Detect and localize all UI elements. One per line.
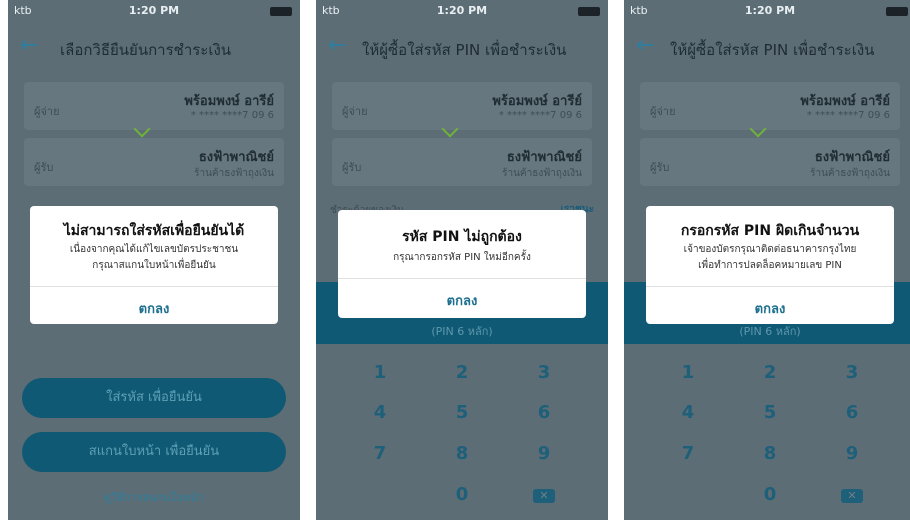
payee-name: ธงฟ้าพาณิชย์ (198, 150, 274, 165)
status-time: 1:20 PM (128, 4, 180, 17)
status-bar: ktb 1:20 PM (8, 0, 300, 22)
phone-screen-1: ktb 1:20 PM ← เลือกวิธียืนยันการชำระเงิน… (8, 0, 300, 520)
keypad-key-8[interactable]: 8 (432, 443, 492, 464)
ok-button[interactable]: ตกลง (338, 290, 586, 311)
ok-button[interactable]: ตกลง (30, 298, 278, 319)
payee-subtitle: ร้านค้าธงฟ้าถุงเงิน (810, 168, 890, 179)
dialog-message-line-1: เจ้าของบัตรกรุณาติดต่อธนาคารกรุงไทย (683, 244, 857, 255)
pin-confirm-button[interactable]: ใส่รหัส เพื่อยืนยัน (22, 378, 286, 418)
payee-subtitle: ร้านค้าธงฟ้าถุงเงิน (502, 168, 582, 179)
back-arrow-icon[interactable]: ← (328, 33, 346, 58)
keypad-key-2[interactable]: 2 (740, 362, 800, 383)
alert-dialog: รหัส PIN ไม่ถูกต้อง กรุณากรอกรหัส PIN ให… (338, 210, 586, 318)
keypad-key-7[interactable]: 7 (350, 443, 410, 464)
keypad-key-6[interactable]: 6 (514, 402, 574, 423)
payer-label: ผู้จ่าย (34, 105, 60, 118)
page-title: ให้ผู้ซื้อใส่รหัส PIN เพื่อชำระเงิน (670, 41, 875, 59)
pin-length-label: (PIN 6 หลัก) (431, 325, 493, 338)
payer-card: ผู้จ่าย พร้อมพงษ์ อารีย์ * **** ****7 09… (332, 82, 592, 130)
keypad-key-3[interactable]: 3 (514, 362, 574, 383)
payer-account: * **** ****7 09 6 (498, 110, 582, 121)
keypad-key-1[interactable]: 1 (350, 362, 410, 383)
payee-label: ผู้รับ (34, 161, 54, 174)
battery-icon (270, 7, 292, 16)
pin-length-label: (PIN 6 หลัก) (739, 325, 801, 338)
dialog-message-line-2: เพื่อทำการปลดล็อคหมายเลข PIN (698, 260, 842, 271)
battery-icon (886, 7, 908, 16)
phone-screen-2: ktb 1:20 PM ← ให้ผู้ซื้อใส่รหัส PIN เพื่… (316, 0, 608, 520)
dialog-divider (338, 278, 586, 279)
page-title: เลือกวิธียืนยันการชำระเงิน (60, 41, 232, 59)
payer-account: * **** ****7 09 6 (806, 110, 890, 121)
keypad-key-6[interactable]: 6 (822, 402, 882, 423)
dialog-title: ไม่สามารถใส่รหัสเพื่อยืนยันได้ (63, 223, 245, 239)
keypad-key-0[interactable]: 0 (432, 484, 492, 505)
keypad-key-4[interactable]: 4 (658, 402, 718, 423)
keypad-key-9[interactable]: 9 (514, 443, 574, 464)
backspace-icon[interactable]: ✕ (533, 489, 555, 503)
face-scan-help-link[interactable]: ดูวิธีการสแกนใบหน้า (8, 488, 300, 506)
payee-subtitle: ร้านค้าธงฟ้าถุงเงิน (194, 168, 274, 179)
keypad-key-5[interactable]: 5 (740, 402, 800, 423)
keypad-key-2[interactable]: 2 (432, 362, 492, 383)
status-time: 1:20 PM (744, 4, 796, 17)
keypad-key-1[interactable]: 1 (658, 362, 718, 383)
payee-card: ผู้รับ ธงฟ้าพาณิชย์ ร้านค้าธงฟ้าถุงเงิน (24, 138, 284, 186)
payee-label: ผู้รับ (650, 161, 670, 174)
phone-screen-3: ktb 1:20 PM ← ให้ผู้ซื้อใส่รหัส PIN เพื่… (624, 0, 910, 520)
payer-card: ผู้จ่าย พร้อมพงษ์ อารีย์ * **** ****7 09… (24, 82, 284, 130)
dialog-title: รหัส PIN ไม่ถูกต้อง (402, 229, 522, 245)
dialog-divider (646, 286, 894, 287)
battery-icon (578, 7, 600, 16)
payee-name: ธงฟ้าพาณิชย์ (814, 150, 890, 165)
ok-button[interactable]: ตกลง (646, 298, 894, 319)
keypad-key-7[interactable]: 7 (658, 443, 718, 464)
keypad-key-0[interactable]: 0 (740, 484, 800, 505)
dialog-divider (30, 286, 278, 287)
payer-account: * **** ****7 09 6 (190, 110, 274, 121)
back-arrow-icon[interactable]: ← (636, 33, 654, 58)
status-time: 1:20 PM (436, 4, 488, 17)
page-title: ให้ผู้ซื้อใส่รหัส PIN เพื่อชำระเงิน (362, 41, 567, 59)
alert-dialog: กรอกรหัส PIN ผิดเกินจำนวน เจ้าของบัตรกรุ… (646, 206, 894, 324)
backspace-icon[interactable]: ✕ (841, 489, 863, 503)
keypad-key-3[interactable]: 3 (822, 362, 882, 383)
payer-label: ผู้จ่าย (342, 105, 368, 118)
keypad-key-4[interactable]: 4 (350, 402, 410, 423)
payer-name: พร้อมพงษ์ อารีย์ (800, 94, 890, 109)
status-bar: ktb 1:20 PM (316, 0, 608, 22)
keypad-key-5[interactable]: 5 (432, 402, 492, 423)
payee-label: ผู้รับ (342, 161, 362, 174)
payer-name: พร้อมพงษ์ อารีย์ (492, 94, 582, 109)
back-arrow-icon[interactable]: ← (20, 33, 38, 58)
status-bar: ktb 1:20 PM (624, 0, 910, 22)
alert-dialog: ไม่สามารถใส่รหัสเพื่อยืนยันได้ เนื่องจาก… (30, 206, 278, 324)
dialog-message-line-2: กรุณาสแกนใบหน้าเพื่อยืนยัน (92, 260, 216, 271)
keypad-key-9[interactable]: 9 (822, 443, 882, 464)
payer-name: พร้อมพงษ์ อารีย์ (184, 94, 274, 109)
payer-card: ผู้จ่าย พร้อมพงษ์ อารีย์ * **** ****7 09… (640, 82, 900, 130)
dialog-message-line-1: เนื่องจากคุณได้แก้ไขเลขบัตรประชาชน (69, 244, 239, 255)
payee-card: ผู้รับ ธงฟ้าพาณิชย์ ร้านค้าธงฟ้าถุงเงิน (332, 138, 592, 186)
payee-card: ผู้รับ ธงฟ้าพาณิชย์ ร้านค้าธงฟ้าถุงเงิน (640, 138, 900, 186)
payee-name: ธงฟ้าพาณิชย์ (506, 150, 582, 165)
face-scan-button[interactable]: สแกนใบหน้า เพื่อยืนยัน (22, 432, 286, 472)
keypad-key-8[interactable]: 8 (740, 443, 800, 464)
payer-label: ผู้จ่าย (650, 105, 676, 118)
dialog-message-line-1: กรุณากรอกรหัส PIN ใหม่อีกครั้ง (393, 252, 531, 263)
dialog-title: กรอกรหัส PIN ผิดเกินจำนวน (680, 223, 860, 239)
